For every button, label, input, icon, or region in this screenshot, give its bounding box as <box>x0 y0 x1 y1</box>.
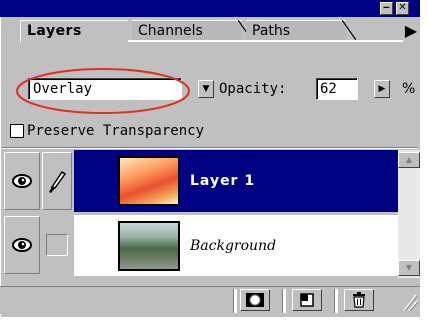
resize-grip[interactable] <box>402 291 418 311</box>
divider <box>282 289 286 313</box>
divider <box>233 289 237 313</box>
add-mask-button[interactable] <box>240 289 270 311</box>
layer-name: Layer 1 <box>190 173 256 189</box>
blend-mode-dropdown-button[interactable]: ▼ <box>198 80 214 98</box>
trash-icon <box>353 291 365 308</box>
preserve-transparency-checkbox[interactable] <box>10 124 24 138</box>
minimize-button[interactable]: ‒ <box>380 2 393 15</box>
opacity-slider-button[interactable]: ▶ <box>374 80 390 98</box>
layers-scrollbar[interactable]: ▲ ▼ <box>398 150 420 278</box>
tab-paths[interactable]: Paths <box>246 20 346 40</box>
annotation-circle <box>16 68 190 114</box>
tab-paths-edge <box>342 20 356 41</box>
opacity-unit: % <box>402 81 416 97</box>
layer-row-name-cell[interactable]: Background <box>74 214 398 276</box>
new-layer-button[interactable] <box>292 289 322 311</box>
opacity-input[interactable]: 62 <box>316 78 358 100</box>
layers-list: Layer 1 Background <box>4 150 398 277</box>
layer-thumbnail <box>118 156 180 206</box>
opacity-label: Opacity: <box>219 81 287 97</box>
right-triangle-icon: ▶ <box>404 21 418 40</box>
tab-layers[interactable]: Layers <box>20 20 128 42</box>
scroll-up-button[interactable]: ▲ <box>398 152 420 168</box>
palette-footer <box>0 286 420 314</box>
delete-layer-button[interactable] <box>344 289 374 311</box>
close-button[interactable]: ✕ <box>396 2 409 15</box>
layer-name: Background <box>190 238 277 254</box>
new-layer-icon <box>300 292 314 307</box>
divider <box>2 147 418 149</box>
layer-row[interactable]: Background <box>4 214 398 276</box>
eye-icon[interactable] <box>4 152 40 210</box>
palette-title-bar[interactable]: ‒ ✕ <box>0 0 420 17</box>
tab-channels[interactable]: Channels <box>132 20 242 40</box>
preserve-transparency-label[interactable]: Preserve Transparency <box>27 120 204 142</box>
link-slot[interactable] <box>46 234 68 256</box>
mask-icon <box>246 292 264 307</box>
up-triangle-icon: ▲ <box>405 155 413 164</box>
divider <box>334 289 338 313</box>
layer-row[interactable]: Layer 1 <box>4 150 398 212</box>
down-triangle-icon: ▼ <box>405 263 413 272</box>
right-triangle-icon: ▶ <box>378 84 386 94</box>
brush-icon[interactable] <box>42 152 72 210</box>
layer-thumbnail <box>118 221 180 271</box>
scroll-down-button[interactable]: ▼ <box>398 260 420 276</box>
tab-divider <box>128 40 403 42</box>
palette-menu-button[interactable]: ▶ <box>402 20 420 42</box>
eye-icon[interactable] <box>4 216 40 274</box>
layer-row-name-cell[interactable]: Layer 1 <box>74 150 398 212</box>
chevron-down-icon: ▼ <box>202 84 210 94</box>
